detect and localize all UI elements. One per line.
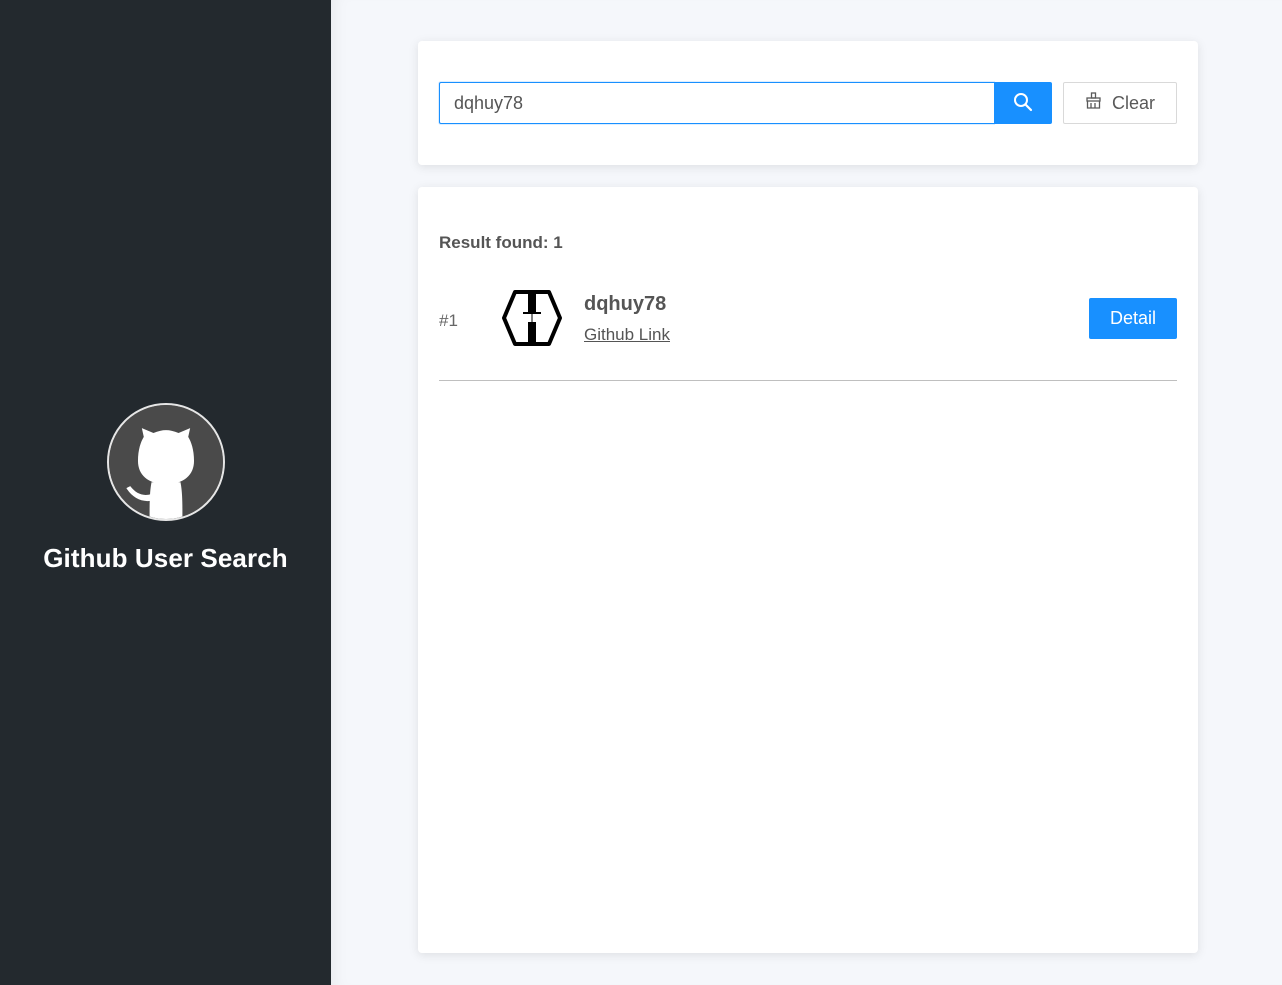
search-button[interactable] [994, 82, 1052, 124]
result-username: dqhuy78 [584, 293, 667, 315]
list-item: #1 dqhuy78 Github Link Detail [439, 279, 1177, 381]
main-content: Clear Result found: 1 #1 dqhuy78 [331, 0, 1282, 985]
result-count: Result found: 1 [439, 233, 563, 252]
detail-button[interactable]: Detail [1089, 298, 1177, 339]
search-icon [1013, 92, 1033, 115]
sidebar: Github User Search [0, 0, 331, 985]
search-bar: Clear [439, 82, 1177, 124]
user-avatar-icon [501, 289, 563, 347]
app-root: Github User Search dqhuy78 Clear Result … [0, 0, 1282, 985]
clear-broom-icon [1085, 92, 1102, 114]
search-card: Clear [418, 41, 1198, 165]
github-octocat-icon [106, 403, 225, 521]
search-input[interactable] [439, 82, 994, 124]
result-rank: #1 [439, 311, 458, 330]
clear-button[interactable]: Clear [1063, 82, 1177, 124]
app-title: Github User Search [43, 543, 288, 573]
clear-button-label: Clear [1111, 92, 1155, 113]
github-link[interactable]: Github Link [584, 325, 670, 345]
results-card: Result found: 1 #1 dqhuy78 Github Link D… [418, 187, 1198, 953]
